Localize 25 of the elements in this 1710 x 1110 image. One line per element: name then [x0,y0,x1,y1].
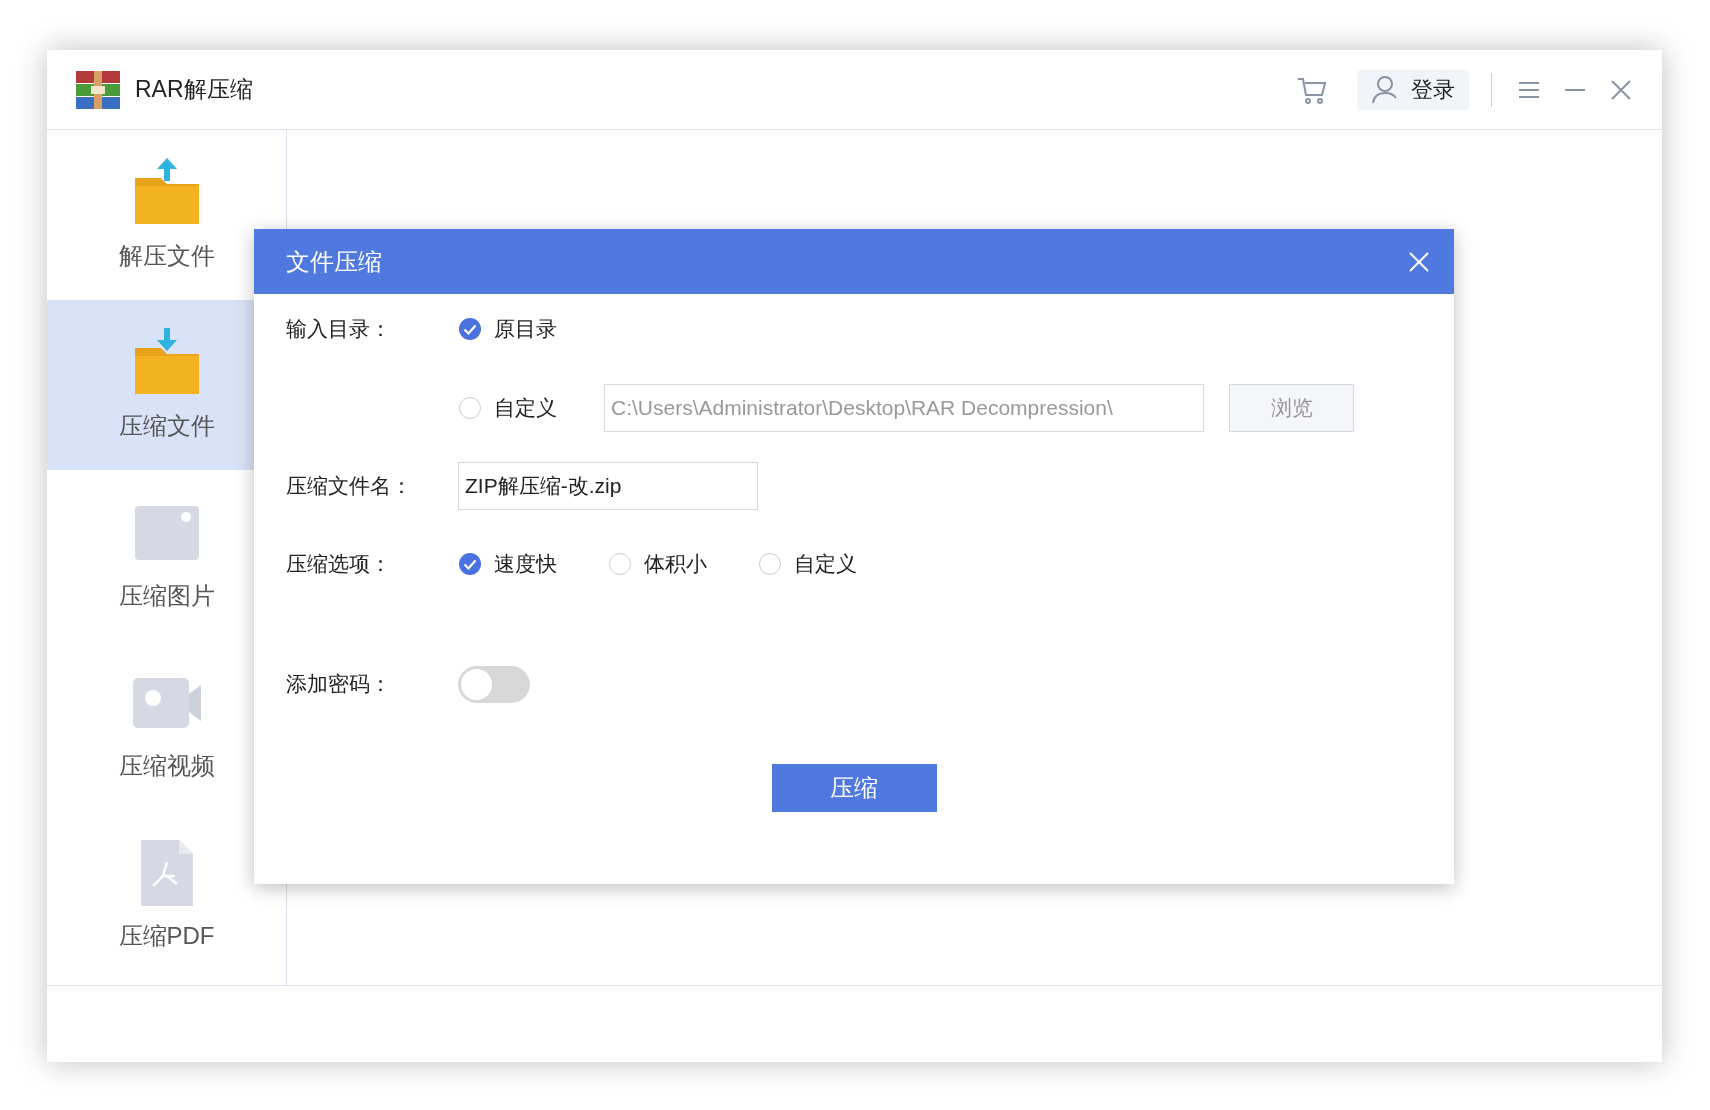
field-label: 输入目录： [286,316,392,343]
radio-option[interactable]: 原目录 [458,313,557,345]
login-button[interactable]: 登录 [1357,69,1469,110]
field-label: 添加密码： [286,671,392,698]
user-icon [1371,74,1399,105]
dialog-title: 文件压缩 [286,246,382,277]
app-title: RAR解压缩 [135,75,253,105]
field-label: 压缩选项： [286,551,392,578]
password-toggle[interactable] [458,665,530,703]
radio-checked-icon [458,317,482,341]
sidebar-item[interactable]: 压缩视频 [47,640,286,810]
app-logo-icon [75,69,121,110]
radio-icon [758,552,782,576]
radio-option[interactable]: 自定义 [758,548,908,580]
radio-option[interactable]: 速度快 [458,548,608,580]
radio-option[interactable]: 自定义 [458,392,604,424]
radio-icon [458,396,482,420]
radio-option[interactable]: 体积小 [608,548,758,580]
sidebar-item[interactable]: 压缩PDF [47,810,286,980]
file-name-field[interactable]: ZIP解压缩-改.zip [458,462,758,510]
radio-icon [608,552,632,576]
sidebar-item[interactable]: 压缩图片 [47,470,286,640]
radio-checked-icon [458,552,482,576]
compress-button[interactable]: 压缩 [771,764,937,812]
field-label: 压缩文件名： [286,473,413,500]
